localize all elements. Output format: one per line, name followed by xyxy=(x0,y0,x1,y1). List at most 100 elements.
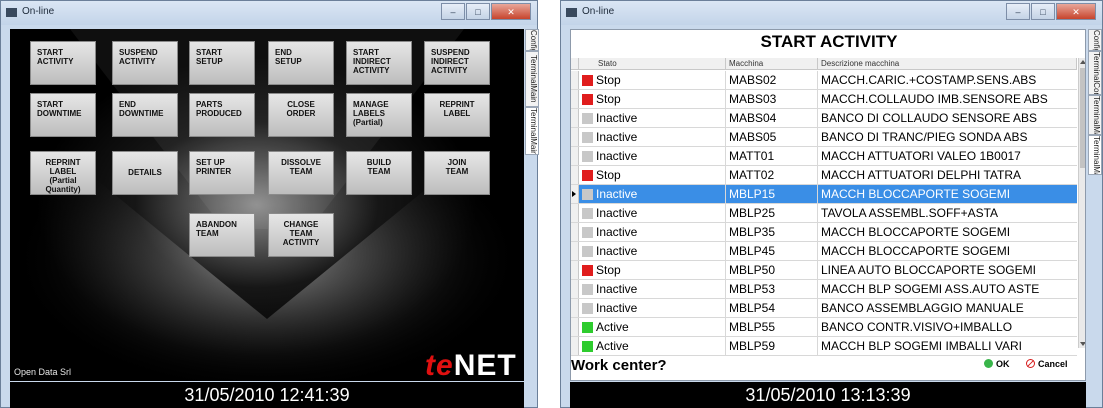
status-cell: Inactive xyxy=(596,130,638,144)
manage-labels-button[interactable]: MANAGE LABELS (Partial) xyxy=(346,93,412,137)
row-indicator xyxy=(571,242,579,260)
suspend-indirect-activity-button[interactable]: SUSPEND INDIRECT ACTIVITY xyxy=(424,41,490,85)
machine-cell: MABS03 xyxy=(729,92,777,106)
column-header-stato[interactable]: Stato xyxy=(579,58,726,70)
end-downtime-button[interactable]: END DOWNTIME xyxy=(112,93,178,137)
title-bar[interactable]: On-line – □ ✕ xyxy=(561,1,1102,25)
status-color-indicator xyxy=(582,246,593,257)
table-row[interactable]: Inactive MBLP54 BANCO ASSEMBLAGGIO MANUALE xyxy=(571,299,1077,318)
vertical-scrollbar[interactable] xyxy=(1078,58,1085,348)
ok-button[interactable]: OK xyxy=(984,359,1010,369)
scroll-up-icon[interactable] xyxy=(1080,60,1085,64)
close-order-button[interactable]: CLOSE ORDER xyxy=(268,93,334,137)
row-indicator xyxy=(571,261,579,279)
table-row[interactable]: Inactive MBLP45 MACCH BLOCCAPORTE SOGEMI xyxy=(571,242,1077,261)
description-cell: MACCH BLP SOGEMI ASS.AUTO ASTE xyxy=(821,282,1040,296)
machine-cell: MBLP55 xyxy=(729,320,776,334)
description-cell: MACCH.CARIC.+COSTAMP.SENS.ABS xyxy=(821,73,1037,87)
main-menu-window: On-line – □ ✕ Config TerminalMain Termin… xyxy=(0,0,539,408)
start-indirect-activity-button[interactable]: START INDIRECT ACTIVITY xyxy=(346,41,412,85)
maximize-button[interactable]: □ xyxy=(466,3,490,20)
tab-config[interactable]: Config xyxy=(1088,29,1102,51)
tab-config[interactable]: Config xyxy=(525,29,539,51)
logo-net: NET xyxy=(453,349,517,381)
status-cell: Stop xyxy=(596,73,621,87)
tab-terminal-main-2[interactable]: TerminalMain xyxy=(525,107,539,155)
tab-terminal-main-2[interactable]: TerminalMain xyxy=(1088,135,1102,175)
parts-produced-button[interactable]: PARTS PRODUCED xyxy=(189,93,255,137)
table-row[interactable]: Stop MABS02 MACCH.CARIC.+COSTAMP.SENS.ABS xyxy=(571,71,1077,90)
abandon-team-button[interactable]: ABANDON TEAM xyxy=(189,213,255,257)
description-cell: MACCH ATTUATORI DELPHI TATRA xyxy=(821,168,1022,182)
logo-te: te xyxy=(425,349,454,381)
cancel-button[interactable]: Cancel xyxy=(1026,359,1068,369)
title-bar[interactable]: On-line – □ ✕ xyxy=(1,1,537,25)
status-color-indicator xyxy=(582,94,593,105)
dissolve-team-button[interactable]: DISSOLVE TEAM xyxy=(268,151,334,195)
end-setup-button[interactable]: END SETUP xyxy=(268,41,334,85)
status-cell: Inactive xyxy=(596,149,638,163)
table-row[interactable]: Inactive MABS04 BANCO DI COLLAUDO SENSORE … xyxy=(571,109,1077,128)
machine-cell: MBLP50 xyxy=(729,263,776,277)
description-cell: MACCH ATTUATORI VALEO 1B0017 xyxy=(821,149,1021,163)
start-activity-button[interactable]: START ACTIVITY xyxy=(30,41,96,85)
machine-cell: MABS05 xyxy=(729,130,777,144)
table-row[interactable]: Active MBLP55 BANCO CONTR.VISIVO+IMBALLO xyxy=(571,318,1077,337)
machine-cell: MBLP54 xyxy=(729,301,776,315)
table-row[interactable]: Inactive MBLP35 MACCH BLOCCAPORTE SOGEMI xyxy=(571,223,1077,242)
status-cell: Inactive xyxy=(596,282,638,296)
description-cell: MACCH BLP SOGEMI IMBALLI VARI xyxy=(821,339,1022,353)
status-color-indicator xyxy=(582,303,593,314)
maximize-button[interactable]: □ xyxy=(1031,3,1055,20)
start-downtime-button[interactable]: START DOWNTIME xyxy=(30,93,96,137)
tab-terminal-main-1[interactable]: TerminalMain xyxy=(525,51,539,107)
minimize-button[interactable]: – xyxy=(441,3,465,20)
column-header-descrizione[interactable]: Descrizione macchina xyxy=(818,58,1077,70)
tab-label: Config xyxy=(529,30,538,51)
current-row-arrow-icon xyxy=(572,191,576,197)
status-cell: Inactive xyxy=(596,244,638,258)
column-header-macchina[interactable]: Macchina xyxy=(726,58,818,70)
tab-terminal-main-1[interactable]: TerminalMain xyxy=(1088,95,1102,135)
row-header-corner xyxy=(571,58,579,70)
change-team-activity-button[interactable]: CHANGE TEAM ACTIVITY xyxy=(268,213,334,257)
join-team-button[interactable]: JOIN TEAM xyxy=(424,151,490,195)
tab-label: TerminalMain xyxy=(1092,136,1101,175)
table-row[interactable]: Stop MBLP50 LINEA AUTO BLOCCAPORTE SOGEMI xyxy=(571,261,1077,280)
scroll-thumb[interactable] xyxy=(1080,68,1085,168)
tab-label: TerminalMain xyxy=(529,108,538,155)
menu-panel: START ACTIVITY SUSPEND ACTIVITY START SE… xyxy=(10,29,524,381)
minimize-button[interactable]: – xyxy=(1006,3,1030,20)
reprint-label-button[interactable]: REPRINT LABEL xyxy=(424,93,490,137)
table-row[interactable]: Inactive MATT01 MACCH ATTUATORI VALEO 1B00… xyxy=(571,147,1077,166)
table-row[interactable]: Stop MABS03 MACCH.COLLAUDO IMB.SENSORE ABS xyxy=(571,90,1077,109)
table-row[interactable]: Inactive MBLP53 MACCH BLP SOGEMI ASS.AUTO … xyxy=(571,280,1077,299)
table-row[interactable]: Inactive MBLP15 MACCH BLOCCAPORTE SOGEMI xyxy=(571,185,1077,204)
description-cell: MACCH BLOCCAPORTE SOGEMI xyxy=(821,244,1011,258)
app-icon xyxy=(6,8,17,17)
set-up-printer-button[interactable]: SET UP PRINTER xyxy=(189,151,255,195)
row-indicator xyxy=(571,318,579,336)
close-button[interactable]: ✕ xyxy=(1056,3,1096,20)
row-indicator xyxy=(571,71,579,89)
details-button[interactable]: DETAILS xyxy=(112,151,178,195)
row-indicator xyxy=(571,147,579,165)
close-button[interactable]: ✕ xyxy=(491,3,531,20)
table-row[interactable]: Stop MATT02 MACCH ATTUATORI DELPHI TATRA xyxy=(571,166,1077,185)
table-row[interactable]: Inactive MABS05 BANCO DI TRANC/PIEG SONDA … xyxy=(571,128,1077,147)
build-team-button[interactable]: BUILD TEAM xyxy=(346,151,412,195)
status-cell: Stop xyxy=(596,168,621,182)
reprint-label-partial-button[interactable]: REPRINT LABEL (Partial Quantity) xyxy=(30,151,96,195)
start-setup-button[interactable]: START SETUP xyxy=(189,41,255,85)
tab-label: TerminalMain xyxy=(529,55,538,103)
status-cell: Inactive xyxy=(596,225,638,239)
app-icon xyxy=(566,8,577,17)
datetime-display: 31/05/2010 12:41:39 xyxy=(10,382,524,408)
tab-terminal-config[interactable]: TerminalConfig xyxy=(1088,51,1102,95)
suspend-activity-button[interactable]: SUSPEND ACTIVITY xyxy=(112,41,178,85)
description-cell: MACCH BLOCCAPORTE SOGEMI xyxy=(821,187,1011,201)
table-row[interactable]: Inactive MBLP25 TAVOLA ASSEMBL.SOFF+ASTA xyxy=(571,204,1077,223)
table-row[interactable]: Active MBLP59 MACCH BLP SOGEMI IMBALLI VAR… xyxy=(571,337,1077,356)
machine-cell: MBLP25 xyxy=(729,206,776,220)
scroll-down-icon[interactable] xyxy=(1080,342,1085,346)
